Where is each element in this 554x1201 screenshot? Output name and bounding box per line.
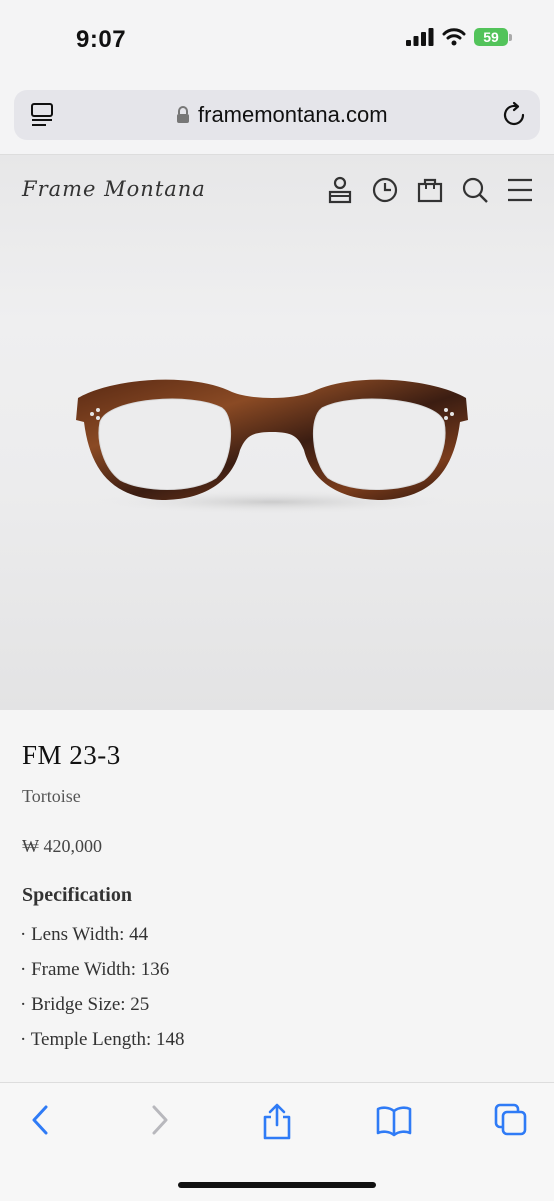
spec-list: · Lens Width: 44 · Frame Width: 136 · Br… — [20, 924, 185, 1064]
product-color: Tortoise — [22, 786, 81, 806]
url-text[interactable]: framemontana.com — [198, 102, 388, 128]
site-nav-icons — [326, 175, 534, 205]
spec-item: · Bridge Size: 25 — [20, 994, 150, 1015]
spec-item: · Lens Width: 44 — [20, 924, 149, 945]
home-indicator — [178, 1182, 376, 1188]
product-details: FM 23-3 Tortoise ₩ 420,000 Specification… — [0, 710, 554, 1082]
status-time: 9:07 — [76, 26, 127, 53]
site-logo[interactable]: Frame Montana — [22, 177, 206, 201]
status-indicators: 59 — [406, 28, 512, 46]
bag-icon[interactable] — [416, 175, 444, 205]
product-hero: Frame Montana — [0, 155, 554, 710]
account-icon[interactable] — [326, 175, 354, 205]
status-bar: 9:07 59 — [0, 0, 554, 80]
wifi-icon — [442, 28, 466, 46]
product-price: ₩ 420,000 — [22, 836, 102, 856]
spec-item: · Frame Width: 136 — [20, 959, 170, 980]
spec-item: · Temple Length: 148 — [20, 1029, 185, 1050]
back-icon[interactable] — [28, 1103, 54, 1137]
product-image-glasses — [76, 379, 468, 514]
menu-icon[interactable] — [506, 175, 534, 205]
share-icon[interactable] — [260, 1103, 294, 1141]
signal-icon — [406, 28, 434, 46]
tabs-icon[interactable] — [494, 1103, 528, 1137]
search-icon[interactable] — [461, 175, 489, 205]
product-name: FM 23-3 — [22, 740, 121, 770]
spec-title: Specification — [22, 884, 132, 906]
page-menu-icon[interactable] — [30, 102, 54, 128]
address-bar-area: framemontana.com — [0, 80, 554, 155]
address-bar[interactable]: framemontana.com — [14, 90, 540, 140]
battery-indicator: 59 — [474, 28, 512, 46]
bookmarks-icon[interactable] — [376, 1103, 412, 1137]
history-icon[interactable] — [371, 175, 399, 205]
reload-icon[interactable] — [502, 101, 528, 129]
forward-icon[interactable] — [146, 1103, 172, 1137]
lock-icon — [177, 106, 189, 123]
